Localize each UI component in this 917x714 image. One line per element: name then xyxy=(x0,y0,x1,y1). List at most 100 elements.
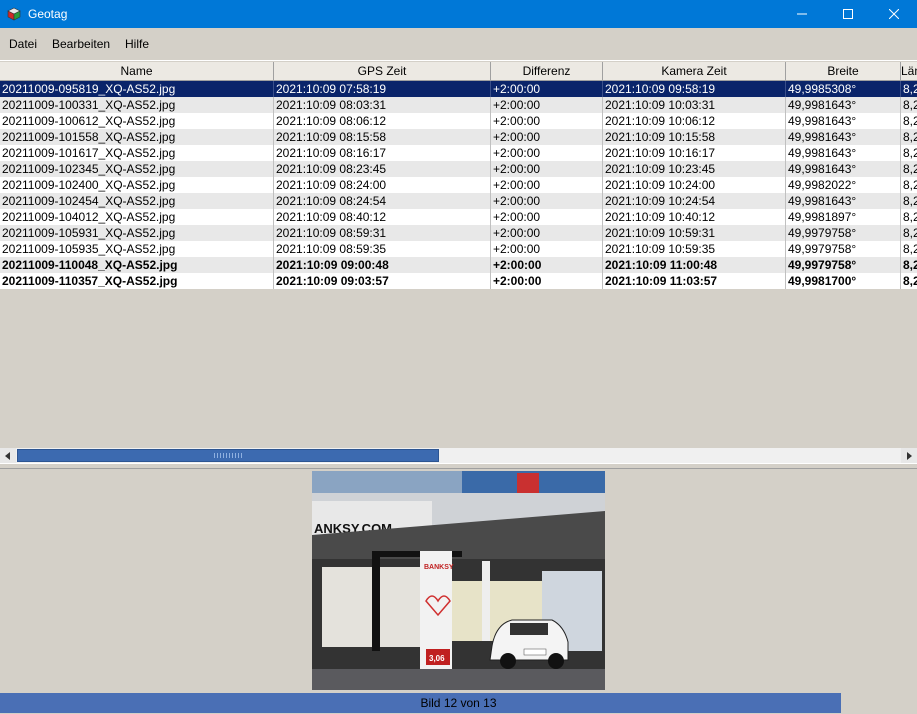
table-row[interactable]: 20211009-104012_XQ-AS52.jpg 2021:10:09 08… xyxy=(0,209,917,225)
file-table[interactable]: Name GPS Zeit Differenz Kamera Zeit Brei… xyxy=(0,60,917,448)
photo-image: ANKSY.COM BANKSY 3,06 xyxy=(312,471,605,690)
title-bar: Geotag xyxy=(0,0,917,28)
cell-gps-time: 2021:10:09 09:00:48 xyxy=(274,257,491,273)
table-row[interactable]: 20211009-102400_XQ-AS52.jpg 2021:10:09 08… xyxy=(0,177,917,193)
cell-longitude: 8,2 xyxy=(901,273,917,289)
cell-difference: +2:00:00 xyxy=(491,193,603,209)
cell-latitude: 49,9981643° xyxy=(786,97,901,113)
column-header-difference[interactable]: Differenz xyxy=(491,62,603,81)
cell-latitude: 49,9981897° xyxy=(786,209,901,225)
scroll-thumb[interactable] xyxy=(17,449,439,462)
table-row[interactable]: 20211009-105935_XQ-AS52.jpg 2021:10:09 08… xyxy=(0,241,917,257)
cell-name: 20211009-102400_XQ-AS52.jpg xyxy=(0,177,274,193)
table-row[interactable]: 20211009-102345_XQ-AS52.jpg 2021:10:09 08… xyxy=(0,161,917,177)
table-header: Name GPS Zeit Differenz Kamera Zeit Brei… xyxy=(0,62,917,81)
cell-longitude: 8,2 xyxy=(901,241,917,257)
cell-name: 20211009-105935_XQ-AS52.jpg xyxy=(0,241,274,257)
cell-name: 20211009-095819_XQ-AS52.jpg xyxy=(0,81,274,97)
status-text: Bild 12 von 13 xyxy=(420,696,497,710)
cell-camera-time: 2021:10:09 10:15:58 xyxy=(603,129,786,145)
cell-longitude: 8,2 xyxy=(901,145,917,161)
table-row[interactable]: 20211009-100331_XQ-AS52.jpg 2021:10:09 08… xyxy=(0,97,917,113)
window-title: Geotag xyxy=(28,7,68,21)
cell-name: 20211009-102345_XQ-AS52.jpg xyxy=(0,161,274,177)
cell-difference: +2:00:00 xyxy=(491,177,603,193)
maximize-icon xyxy=(843,9,853,19)
cell-difference: +2:00:00 xyxy=(491,81,603,97)
cell-gps-time: 2021:10:09 08:15:58 xyxy=(274,129,491,145)
menu-datei[interactable]: Datei xyxy=(9,37,37,51)
table-row[interactable]: 20211009-102454_XQ-AS52.jpg 2021:10:09 08… xyxy=(0,193,917,209)
scroll-right-button[interactable] xyxy=(901,448,917,463)
table-row[interactable]: 20211009-101558_XQ-AS52.jpg 2021:10:09 08… xyxy=(0,129,917,145)
dice-cube-icon xyxy=(7,7,21,21)
cell-camera-time: 2021:10:09 10:03:31 xyxy=(603,97,786,113)
cell-longitude: 8,2 xyxy=(901,113,917,129)
cell-camera-time: 2021:10:09 10:59:35 xyxy=(603,241,786,257)
cell-longitude: 8,2 xyxy=(901,193,917,209)
horizontal-scrollbar[interactable] xyxy=(0,448,917,463)
cell-name: 20211009-104012_XQ-AS52.jpg xyxy=(0,209,274,225)
close-icon xyxy=(889,9,899,19)
column-header-name[interactable]: Name xyxy=(0,62,274,81)
cell-name: 20211009-101617_XQ-AS52.jpg xyxy=(0,145,274,161)
cell-camera-time: 2021:10:09 11:03:57 xyxy=(603,273,786,289)
cell-name: 20211009-100331_XQ-AS52.jpg xyxy=(0,97,274,113)
cell-longitude: 8,2 xyxy=(901,177,917,193)
cell-name: 20211009-110357_XQ-AS52.jpg xyxy=(0,273,274,289)
cell-difference: +2:00:00 xyxy=(491,241,603,257)
cell-gps-time: 2021:10:09 08:16:17 xyxy=(274,145,491,161)
cell-camera-time: 2021:10:09 10:59:31 xyxy=(603,225,786,241)
cell-name: 20211009-110048_XQ-AS52.jpg xyxy=(0,257,274,273)
cell-latitude: 49,9981643° xyxy=(786,113,901,129)
menu-bar: Datei Bearbeiten Hilfe xyxy=(0,28,917,60)
arrow-right-icon xyxy=(907,451,912,460)
poster-text: BANKSY xyxy=(424,564,454,571)
cell-difference: +2:00:00 xyxy=(491,257,603,273)
column-header-camera-time[interactable]: Kamera Zeit xyxy=(603,62,786,81)
table-row[interactable]: 20211009-110357_XQ-AS52.jpg 2021:10:09 09… xyxy=(0,273,917,289)
cell-camera-time: 2021:10:09 11:00:48 xyxy=(603,257,786,273)
status-bar: Bild 12 von 13 xyxy=(0,692,917,714)
cell-name: 20211009-102454_XQ-AS52.jpg xyxy=(0,193,274,209)
cell-gps-time: 2021:10:09 08:24:00 xyxy=(274,177,491,193)
table-row[interactable]: 20211009-095819_XQ-AS52.jpg 2021:10:09 07… xyxy=(0,81,917,97)
preview-panel: ANKSY.COM BANKSY 3,06 xyxy=(0,469,917,692)
menu-bearbeiten[interactable]: Bearbeiten xyxy=(52,37,110,51)
cell-longitude: 8,2 xyxy=(901,257,917,273)
table-row[interactable]: 20211009-105931_XQ-AS52.jpg 2021:10:09 08… xyxy=(0,225,917,241)
cell-camera-time: 2021:10:09 10:16:17 xyxy=(603,145,786,161)
table-row[interactable]: 20211009-101617_XQ-AS52.jpg 2021:10:09 08… xyxy=(0,145,917,161)
menu-hilfe[interactable]: Hilfe xyxy=(125,37,149,51)
minimize-icon xyxy=(797,13,807,15)
cell-difference: +2:00:00 xyxy=(491,97,603,113)
minimize-button[interactable] xyxy=(779,0,825,28)
cell-gps-time: 2021:10:09 08:24:54 xyxy=(274,193,491,209)
maximize-button[interactable] xyxy=(825,0,871,28)
cell-camera-time: 2021:10:09 10:24:00 xyxy=(603,177,786,193)
cell-gps-time: 2021:10:09 08:59:35 xyxy=(274,241,491,257)
cell-longitude: 8,2 xyxy=(901,129,917,145)
column-header-latitude[interactable]: Breite xyxy=(786,62,901,81)
cell-latitude: 49,9981643° xyxy=(786,129,901,145)
cell-gps-time: 2021:10:09 08:59:31 xyxy=(274,225,491,241)
cell-camera-time: 2021:10:09 09:58:19 xyxy=(603,81,786,97)
close-button[interactable] xyxy=(871,0,917,28)
table-row[interactable]: 20211009-100612_XQ-AS52.jpg 2021:10:09 08… xyxy=(0,113,917,129)
cell-difference: +2:00:00 xyxy=(491,145,603,161)
cell-difference: +2:00:00 xyxy=(491,129,603,145)
cell-gps-time: 2021:10:09 08:23:45 xyxy=(274,161,491,177)
cell-gps-time: 2021:10:09 07:58:19 xyxy=(274,81,491,97)
column-header-gps-time[interactable]: GPS Zeit xyxy=(274,62,491,81)
scroll-left-button[interactable] xyxy=(0,448,16,463)
cell-gps-time: 2021:10:09 09:03:57 xyxy=(274,273,491,289)
cell-latitude: 49,9981643° xyxy=(786,161,901,177)
cell-latitude: 49,9979758° xyxy=(786,241,901,257)
cell-longitude: 8,2 xyxy=(901,225,917,241)
grip-icon xyxy=(214,453,244,458)
cell-longitude: 8,2 xyxy=(901,97,917,113)
cell-camera-time: 2021:10:09 10:24:54 xyxy=(603,193,786,209)
table-row[interactable]: 20211009-110048_XQ-AS52.jpg 2021:10:09 09… xyxy=(0,257,917,273)
column-header-longitude[interactable]: Länge xyxy=(901,62,917,81)
arrow-left-icon xyxy=(5,451,10,460)
